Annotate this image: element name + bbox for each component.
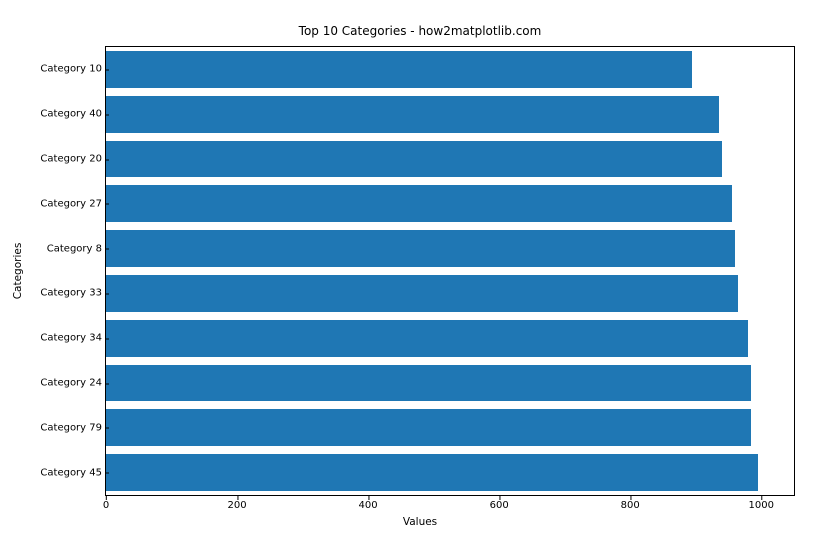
y-tick: Category 79 bbox=[40, 422, 102, 433]
bar bbox=[106, 275, 738, 312]
y-tick: Category 34 bbox=[40, 333, 102, 344]
bar bbox=[106, 409, 751, 446]
y-tick-label: Category 33 bbox=[40, 288, 102, 299]
y-tick: Category 8 bbox=[47, 243, 102, 254]
bar bbox=[106, 365, 751, 402]
y-axis-label: Categories bbox=[12, 243, 24, 300]
chart-title: Top 10 Categories - how2matplotlib.com bbox=[0, 24, 840, 38]
bar bbox=[106, 230, 735, 267]
bar bbox=[106, 141, 722, 178]
y-tick: Category 40 bbox=[40, 109, 102, 120]
x-tick: 1000 bbox=[749, 500, 774, 511]
x-tick-label: 0 bbox=[103, 500, 109, 511]
bar bbox=[106, 96, 719, 133]
bar bbox=[106, 51, 692, 88]
y-tick-label: Category 20 bbox=[40, 154, 102, 165]
chart-figure: Top 10 Categories - how2matplotlib.com 0… bbox=[0, 0, 840, 560]
bars-container bbox=[106, 47, 794, 495]
y-tick: Category 45 bbox=[40, 467, 102, 478]
y-tick: Category 33 bbox=[40, 288, 102, 299]
y-tick-label: Category 34 bbox=[40, 333, 102, 344]
x-tick-label: 200 bbox=[228, 500, 247, 511]
x-tick-label: 1000 bbox=[749, 500, 774, 511]
y-tick: Category 24 bbox=[40, 378, 102, 389]
y-tick: Category 20 bbox=[40, 154, 102, 165]
x-tick-label: 400 bbox=[359, 500, 378, 511]
y-tick-label: Category 79 bbox=[40, 422, 102, 433]
x-tick-label: 800 bbox=[621, 500, 640, 511]
y-tick-label: Category 40 bbox=[40, 109, 102, 120]
bar bbox=[106, 185, 732, 222]
x-tick: 600 bbox=[490, 500, 509, 511]
y-tick-label: Category 24 bbox=[40, 378, 102, 389]
x-tick: 400 bbox=[359, 500, 378, 511]
y-tick-label: Category 45 bbox=[40, 467, 102, 478]
bar bbox=[106, 320, 748, 357]
y-tick-label: Category 27 bbox=[40, 198, 102, 209]
y-tick: Category 27 bbox=[40, 198, 102, 209]
x-axis-label: Values bbox=[0, 516, 840, 528]
y-tick: Category 10 bbox=[40, 64, 102, 75]
x-tick: 800 bbox=[621, 500, 640, 511]
x-tick-label: 600 bbox=[490, 500, 509, 511]
x-tick: 200 bbox=[228, 500, 247, 511]
y-tick-label: Category 8 bbox=[47, 243, 102, 254]
x-tick: 0 bbox=[103, 500, 109, 511]
y-tick-label: Category 10 bbox=[40, 64, 102, 75]
plot-area bbox=[105, 46, 795, 496]
bar bbox=[106, 454, 758, 491]
